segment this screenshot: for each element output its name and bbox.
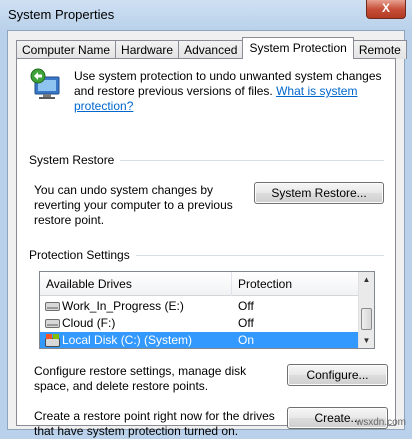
list-scrollbar[interactable]: ▲ ▼ xyxy=(358,272,374,348)
tab-system-protection[interactable]: System Protection xyxy=(242,37,354,59)
scroll-up-icon[interactable]: ▲ xyxy=(359,272,374,287)
scroll-down-icon[interactable]: ▼ xyxy=(359,333,374,348)
title-bar[interactable]: System Properties X xyxy=(0,0,412,30)
list-header: Available Drives Protection xyxy=(40,272,360,296)
drive-name: Cloud (F:) xyxy=(62,316,116,330)
scrollbar-thumb[interactable] xyxy=(361,308,372,330)
drives-list[interactable]: Available Drives Protection Work_In_Prog… xyxy=(39,271,375,349)
drive-row-selected[interactable]: Local Disk (C:) (System) On xyxy=(40,332,360,348)
configure-button[interactable]: Configure... xyxy=(287,364,388,386)
drive-name: Work_In_Progress (E:) xyxy=(62,299,184,313)
dialog-client-area: Computer Name Hardware Advanced System P… xyxy=(7,30,407,438)
window-title: System Properties xyxy=(8,7,115,22)
drive-row[interactable]: Cloud (F:) Off xyxy=(40,315,360,332)
drive-protection: Off xyxy=(238,299,254,313)
system-restore-description: You can undo system changes by reverting… xyxy=(34,183,233,227)
drive-protection: Off xyxy=(238,316,254,330)
configure-description: Configure restore settings, manage disk … xyxy=(34,364,247,393)
tab-advanced[interactable]: Advanced xyxy=(178,40,244,59)
system-protection-icon xyxy=(30,68,60,99)
column-header-drives[interactable]: Available Drives xyxy=(40,272,232,296)
hard-drive-icon xyxy=(45,302,60,311)
intro-text: Use system protection to undo unwanted s… xyxy=(74,69,392,114)
column-header-protection[interactable]: Protection xyxy=(232,272,360,296)
system-restore-button[interactable]: System Restore... xyxy=(254,182,384,204)
tab-hardware[interactable]: Hardware xyxy=(115,40,180,59)
drive-row[interactable]: Work_In_Progress (E:) Off xyxy=(40,298,360,315)
hard-drive-icon xyxy=(45,319,60,328)
system-drive-icon xyxy=(45,334,60,347)
watermark: wsxdn.com xyxy=(355,417,406,428)
close-icon: X xyxy=(381,1,390,15)
drive-protection: On xyxy=(238,333,255,347)
close-button[interactable]: X xyxy=(366,0,406,19)
tab-panel: Use system protection to undo unwanted s… xyxy=(16,58,396,438)
system-restore-group-label: System Restore xyxy=(29,153,121,167)
create-description: Create a restore point right now for the… xyxy=(34,409,275,438)
tab-remote[interactable]: Remote xyxy=(352,40,407,59)
tab-computer-name[interactable]: Computer Name xyxy=(16,40,117,59)
tab-strip: Computer Name Hardware Advanced System P… xyxy=(16,37,407,59)
protection-settings-group-label: Protection Settings xyxy=(29,248,136,262)
drive-name: Local Disk (C:) (System) xyxy=(62,333,193,347)
